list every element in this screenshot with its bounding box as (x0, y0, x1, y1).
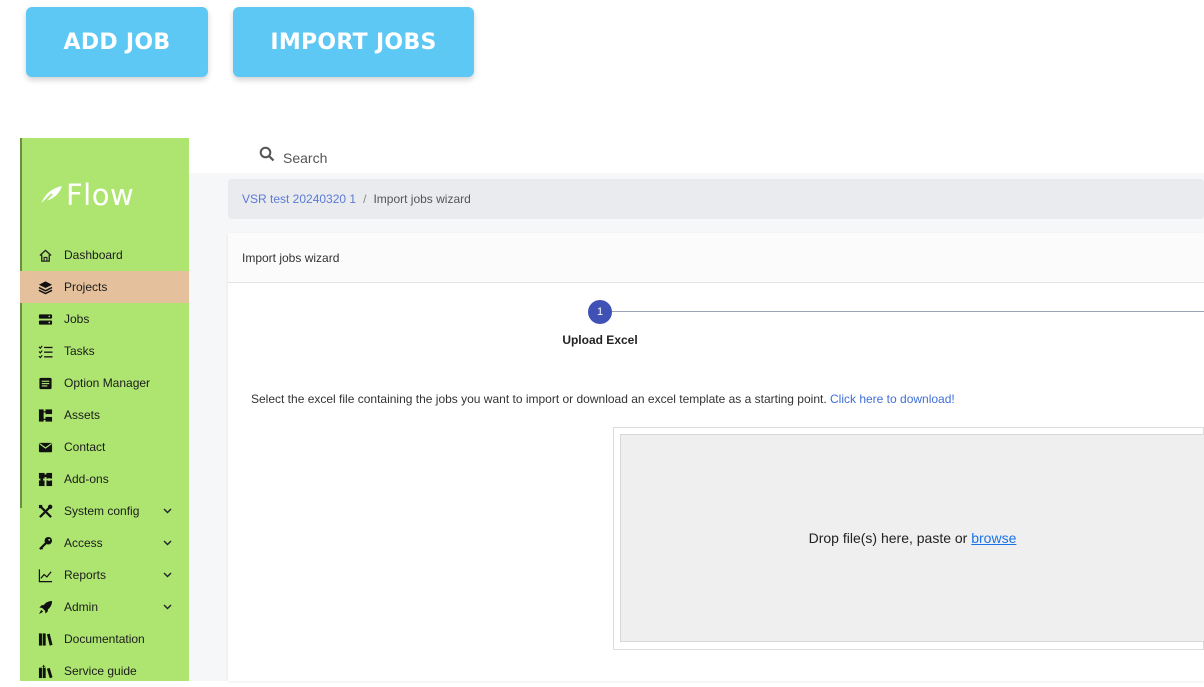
sidebar: Flow Dashboard Projects Jobs Tasks Optio… (20, 138, 189, 681)
sidebar-item-access[interactable]: Access (20, 527, 189, 559)
sidebar-item-assets[interactable]: Assets (20, 399, 189, 431)
sidebar-item-label: Option Manager (64, 376, 151, 390)
layers-icon (37, 279, 53, 295)
download-template-link[interactable]: Click here to download! (830, 392, 955, 406)
file-dropzone[interactable]: Drop file(s) here, paste or browse (620, 434, 1204, 642)
brand-name: Flow (66, 178, 135, 212)
sidebar-item-label: System config (64, 504, 140, 518)
add-job-button[interactable]: ADD JOB (26, 7, 208, 77)
sidebar-item-documentation[interactable]: Documentation (20, 623, 189, 655)
tools-icon (37, 503, 53, 519)
sidebar-item-option-manager[interactable]: Option Manager (20, 367, 189, 399)
search-input[interactable]: Search (283, 150, 327, 166)
tasks-icon (37, 343, 53, 359)
instructions-text: Select the excel file containing the job… (251, 392, 830, 406)
brand-logo[interactable]: Flow (38, 178, 134, 212)
dropzone-label: Drop file(s) here, paste or (808, 530, 972, 546)
sidebar-item-label: Assets (64, 408, 101, 422)
step-number: 1 (588, 300, 612, 324)
sidebar-item-add-ons[interactable]: Add-ons (20, 463, 189, 495)
sidebar-item-label: Admin (64, 600, 99, 614)
sidebar-item-label: Add-ons (64, 472, 109, 486)
leaf-logo-icon (39, 186, 62, 207)
list-box-icon (37, 375, 53, 391)
sidebar-item-reports[interactable]: Reports (20, 559, 189, 591)
envelope-icon (37, 439, 53, 455)
browse-link[interactable]: browse (971, 530, 1016, 546)
chart-icon (37, 567, 53, 583)
sidebar-item-label: Contact (64, 440, 106, 454)
breadcrumb-current: Import jobs wizard (373, 192, 471, 206)
sidebar-item-label: Dashboard (64, 248, 123, 262)
sidebar-item-label: Service guide (64, 664, 137, 678)
chevron-down-icon[interactable] (162, 601, 173, 612)
home-icon (37, 247, 53, 263)
sidebar-item-tasks[interactable]: Tasks (20, 335, 189, 367)
instructions: Select the excel file containing the job… (251, 392, 955, 406)
import-jobs-button[interactable]: IMPORT JOBS (233, 7, 474, 77)
sidebar-item-contact[interactable]: Contact (20, 431, 189, 463)
sidebar-item-label: Jobs (64, 312, 90, 326)
guide-icon (37, 663, 53, 679)
puzzle-icon (37, 471, 53, 487)
search-icon (259, 146, 275, 162)
sidebar-item-admin[interactable]: Admin (20, 591, 189, 623)
sidebar-item-service-guide[interactable]: Service guide (20, 655, 189, 687)
breadcrumb-separator: / (363, 192, 367, 206)
stepper-connector (612, 311, 1204, 312)
assets-icon (37, 407, 53, 423)
card-title: Import jobs wizard (228, 233, 1204, 283)
jobs-icon (37, 311, 53, 327)
dropzone-text: Drop file(s) here, paste or browse (809, 530, 1017, 546)
top-search-bar[interactable]: Search (189, 138, 1204, 174)
sidebar-nav: Dashboard Projects Jobs Tasks Option Man… (20, 239, 189, 687)
sidebar-item-label: Tasks (64, 344, 95, 358)
breadcrumb-project-link[interactable]: VSR test 20240320 1 (242, 192, 356, 206)
sidebar-item-jobs[interactable]: Jobs (20, 303, 189, 335)
chevron-down-icon[interactable] (162, 505, 173, 516)
sidebar-item-label: Access (64, 536, 103, 550)
sidebar-item-label: Documentation (64, 632, 145, 646)
breadcrumb: VSR test 20240320 1 / Import jobs wizard (228, 179, 1204, 219)
rocket-icon (37, 599, 53, 615)
key-icon (37, 535, 53, 551)
books-icon (37, 631, 53, 647)
sidebar-item-system-config[interactable]: System config (20, 495, 189, 527)
sidebar-item-label: Reports (64, 568, 107, 582)
chevron-down-icon[interactable] (162, 537, 173, 548)
sidebar-item-dashboard[interactable]: Dashboard (20, 239, 189, 271)
chevron-down-icon[interactable] (162, 569, 173, 580)
step-label: Upload Excel (562, 333, 638, 347)
sidebar-item-projects[interactable]: Projects (20, 271, 189, 303)
sidebar-item-label: Projects (64, 280, 108, 294)
